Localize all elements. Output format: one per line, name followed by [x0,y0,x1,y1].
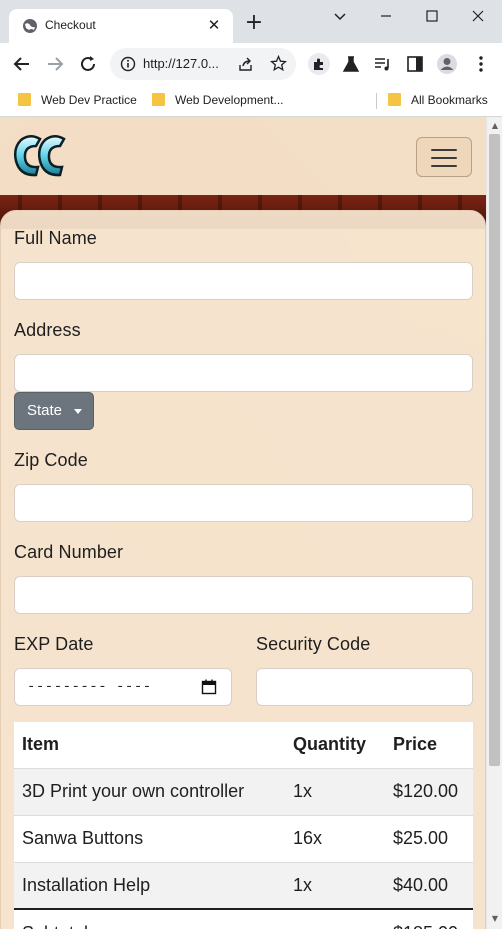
subtotal-label: Subtotal [14,908,285,929]
address-input[interactable] [14,354,473,392]
item-cell: Sanwa Buttons [14,815,285,863]
maximize-icon[interactable] [422,6,442,26]
bookmark-web-development[interactable]: Web Development... [152,93,284,107]
card-number-input[interactable] [14,576,473,614]
browser-toolbar: http://127.0... [0,43,502,85]
folder-icon [18,93,31,106]
table-row: Sanwa Buttons 16x $25.00 [14,815,473,863]
state-button-label: State [27,402,63,419]
reload-icon[interactable] [77,53,99,75]
subtotal-value: $185.00 [385,908,473,929]
security-code-label: Security Code [256,634,371,654]
hamburger-line [431,165,457,167]
item-cell: 3D Print your own controller [14,768,285,816]
item-cell: Installation Help [14,862,285,910]
price-cell: $40.00 [385,862,473,910]
page-viewport: Full Name Address State Zip Code Card Nu… [0,117,486,929]
full-name-label: Full Name [14,228,97,248]
exp-date-label: EXP Date [14,634,94,654]
calendar-icon[interactable] [201,679,217,695]
folder-icon [388,93,401,106]
minimize-icon[interactable] [376,6,396,26]
quantity-cell: 1x [285,768,385,816]
media-queue-icon[interactable] [372,53,394,75]
site-logo[interactable] [12,131,70,181]
security-code-input[interactable] [256,668,473,706]
bookmark-label: Web Dev Practice [41,93,137,107]
subtotal-spacer [285,908,385,929]
bookmark-web-dev-practice[interactable]: Web Dev Practice [18,93,137,107]
zip-code-label: Zip Code [14,450,88,470]
profile-avatar-icon[interactable] [436,53,458,75]
menu-toggle-button[interactable] [416,137,472,177]
full-name-input[interactable] [14,262,473,300]
info-icon[interactable] [120,56,136,72]
address-label: Address [14,320,81,340]
close-window-icon[interactable] [468,6,488,26]
share-icon[interactable] [238,56,254,72]
subtotal-row: Subtotal $185.00 [14,908,473,929]
star-icon[interactable] [270,55,287,72]
extensions-icon[interactable] [308,53,330,75]
table-row: 3D Print your own controller 1x $120.00 [14,768,473,816]
order-summary-table: Item Quantity Price 3D Print your own co… [14,722,473,929]
folder-icon [152,93,165,106]
browser-tab[interactable]: Checkout ✕ [9,9,233,43]
exp-date-placeholder: --------- ---- [27,679,152,695]
hamburger-line [431,157,457,159]
price-cell: $120.00 [385,768,473,816]
new-tab-button[interactable]: + [243,12,265,34]
tab-title: Checkout [45,18,96,32]
side-panel-icon[interactable] [404,53,426,75]
page-scrollbar[interactable]: ▲ ▼ [486,117,502,929]
checkout-form-card: Full Name Address State Zip Code Card Nu… [0,210,486,929]
bookmarks-bar: Web Dev Practice Web Development... All … [0,85,502,117]
all-bookmarks-label: All Bookmarks [411,93,488,107]
zip-code-input[interactable] [14,484,473,522]
table-row: Installation Help 1x $40.00 [14,862,473,910]
flask-icon[interactable] [340,53,362,75]
browser-tab-bar: Checkout ✕ + [0,0,502,43]
column-header-quantity: Quantity [285,722,385,769]
forward-arrow-icon[interactable] [44,53,66,75]
site-header [0,117,486,195]
hamburger-line [431,149,457,151]
chevron-down-icon[interactable] [330,6,350,26]
quantity-cell: 1x [285,862,385,910]
exp-date-input[interactable]: --------- ---- [14,668,232,706]
all-bookmarks[interactable]: All Bookmarks [388,93,488,107]
address-bar[interactable]: http://127.0... [110,48,296,80]
scroll-down-arrow-icon[interactable]: ▼ [490,914,500,924]
column-header-price: Price [385,722,473,769]
globe-icon [23,19,37,33]
back-arrow-icon[interactable] [11,53,33,75]
state-dropdown-button[interactable]: State [14,392,94,430]
url-text: http://127.0... [143,56,219,71]
close-tab-icon[interactable]: ✕ [205,16,223,34]
quantity-cell: 16x [285,815,385,863]
card-number-label: Card Number [14,542,124,562]
caret-down-icon [74,409,82,414]
more-menu-icon[interactable] [470,53,492,75]
scrollbar-thumb[interactable] [489,134,500,766]
bookmarks-separator [376,93,377,109]
bookmark-label: Web Development... [175,93,284,107]
scroll-up-arrow-icon[interactable]: ▲ [490,121,500,131]
price-cell: $25.00 [385,815,473,863]
column-header-item: Item [14,722,285,769]
table-header-row: Item Quantity Price [14,722,473,769]
